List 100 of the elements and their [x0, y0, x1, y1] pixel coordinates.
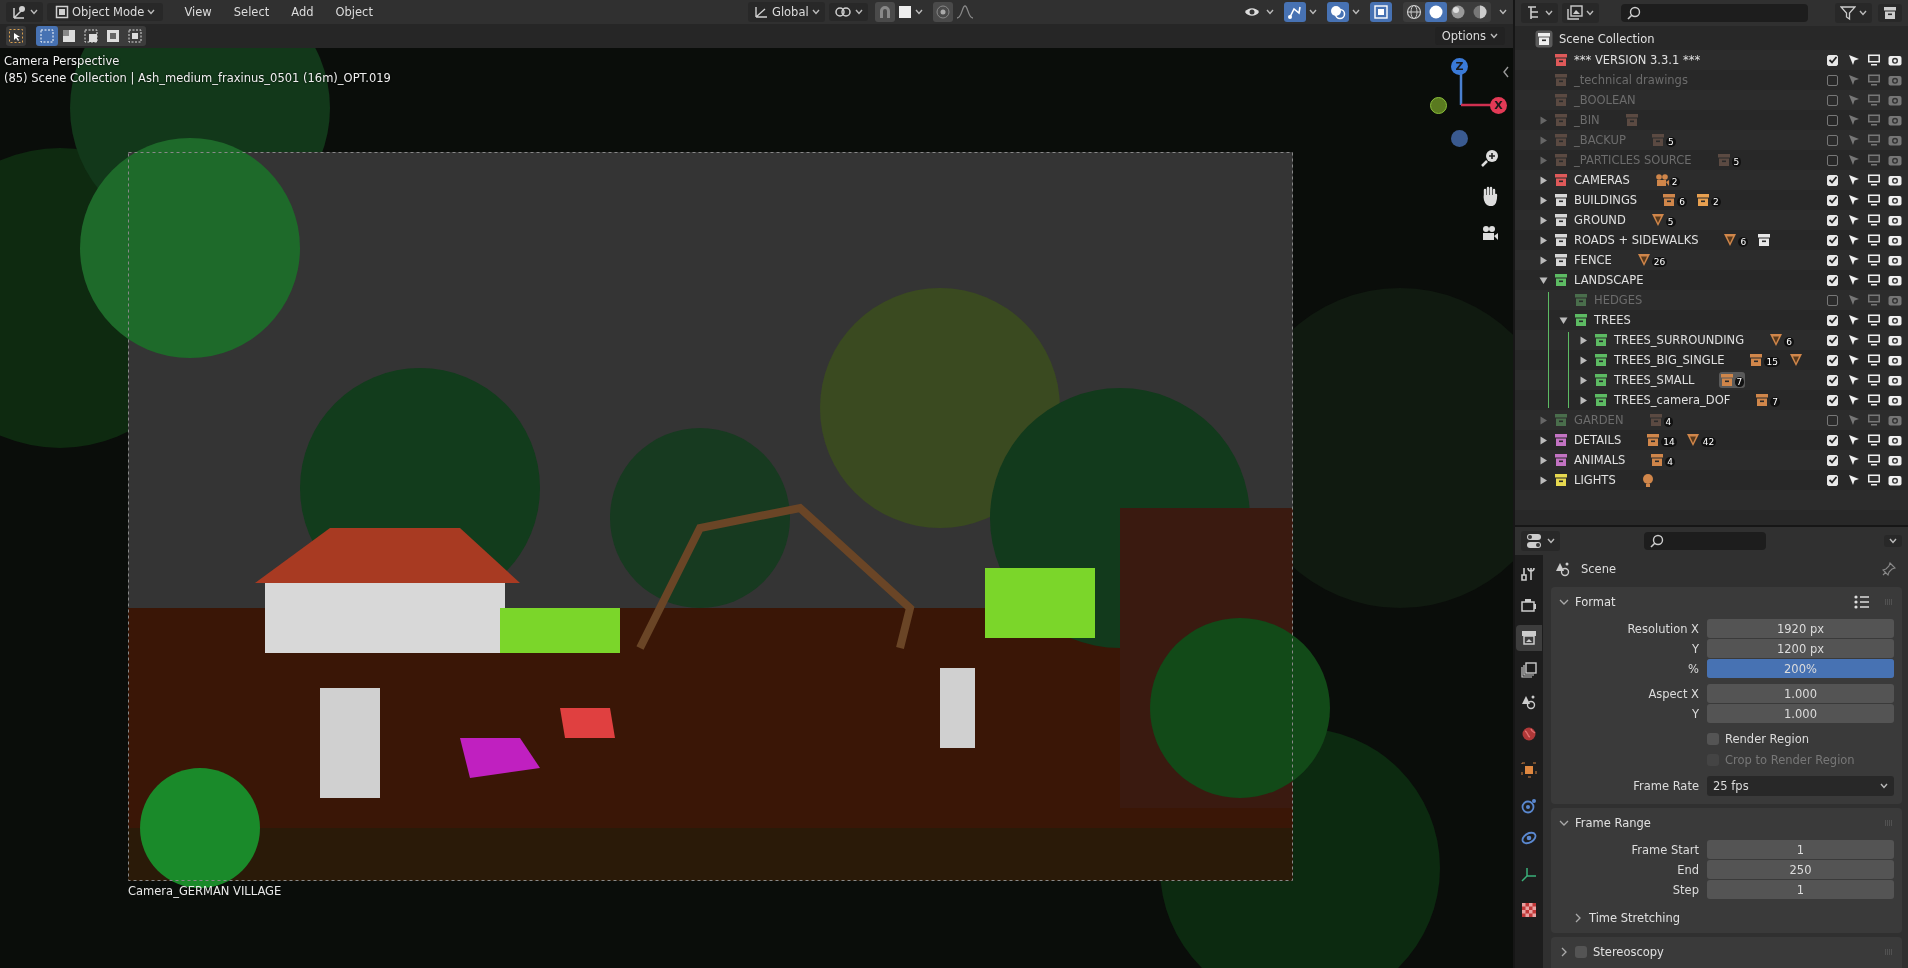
outliner-item[interactable]: TREES_camera_DOF 7 — [1515, 390, 1908, 410]
child-count-badge[interactable]: 5 — [1649, 132, 1677, 148]
checkbox[interactable] — [1827, 134, 1838, 146]
cursor-arrow-icon[interactable] — [1848, 54, 1860, 66]
number-field[interactable]: 1.000 — [1707, 684, 1894, 703]
cursor-arrow-icon[interactable] — [1848, 314, 1860, 326]
child-count-badge[interactable]: 6 — [1722, 232, 1750, 248]
collapsed-arrow-icon[interactable] — [1579, 355, 1588, 365]
photo-camera-icon[interactable] — [1888, 394, 1902, 406]
falloff-curve-icon[interactable] — [955, 5, 974, 19]
photo-camera-icon[interactable] — [1888, 174, 1902, 186]
outliner-item[interactable]: TREES_SURROUNDING 6 — [1515, 330, 1908, 350]
monitor-icon[interactable] — [1867, 274, 1881, 286]
photo-camera-icon[interactable] — [1888, 454, 1902, 466]
collapse-caret-icon[interactable] — [1502, 66, 1510, 78]
cursor-arrow-icon[interactable] — [1848, 274, 1860, 286]
filter-button[interactable] — [1835, 3, 1872, 23]
collapsed-arrow-icon[interactable] — [1579, 395, 1588, 405]
child-count-badge[interactable]: 15 — [1748, 352, 1781, 368]
checkbox[interactable] — [1575, 946, 1587, 958]
child-count-badge[interactable]: 2 — [1694, 192, 1722, 208]
monitor-icon[interactable] — [1867, 454, 1881, 466]
monitor-icon[interactable] — [1867, 434, 1881, 446]
menu-item[interactable]: Add — [282, 3, 323, 21]
magnet-icon[interactable] — [874, 2, 895, 22]
outliner-item[interactable]: CAMERAS 2 — [1515, 170, 1908, 190]
cursor-arrow-icon[interactable] — [1848, 474, 1860, 486]
child-count-badge[interactable]: 42 — [1684, 432, 1718, 448]
photo-camera-icon[interactable] — [1888, 54, 1902, 66]
cursor-arrow-icon[interactable] — [1848, 234, 1860, 246]
collapsed-arrow-icon[interactable] — [1539, 235, 1548, 245]
child-count-badge[interactable]: 7 — [1718, 372, 1746, 388]
outliner-item[interactable]: GROUND 5 — [1515, 210, 1908, 230]
collapsed-arrow-icon[interactable] — [1579, 375, 1588, 385]
editor-type-button[interactable] — [6, 2, 43, 22]
drag-handle-icon[interactable] — [1884, 820, 1894, 826]
monitor-icon[interactable] — [1867, 194, 1881, 206]
checkbox[interactable] — [1827, 414, 1838, 426]
monitor-icon[interactable] — [1867, 374, 1881, 386]
photo-camera-icon[interactable] — [1888, 434, 1902, 446]
cursor-arrow-icon[interactable] — [1848, 434, 1860, 446]
photo-camera-icon[interactable] — [1888, 274, 1902, 286]
select-tool-button[interactable] — [6, 26, 26, 46]
cursor-arrow-icon[interactable] — [1848, 374, 1860, 386]
expanded-caret-icon[interactable] — [1559, 818, 1569, 828]
collapsed-arrow-icon[interactable] — [1539, 475, 1548, 485]
photo-camera-icon[interactable] — [1888, 234, 1902, 246]
photo-camera-icon[interactable] — [1888, 474, 1902, 486]
monitor-icon[interactable] — [1867, 234, 1881, 246]
frame-rate-dropdown[interactable]: 25 fps — [1707, 776, 1894, 796]
number-field[interactable]: 1 — [1707, 840, 1894, 859]
monitor-icon[interactable] — [1867, 174, 1881, 186]
child-count-badge[interactable] — [1787, 352, 1804, 368]
cursor-arrow-icon[interactable] — [1848, 454, 1860, 466]
monitor-icon[interactable] — [1867, 474, 1881, 486]
cursor-arrow-icon[interactable] — [1848, 174, 1860, 186]
editor-type-button[interactable] — [1521, 531, 1560, 551]
number-field[interactable]: 250 — [1707, 860, 1894, 879]
collapsed-arrow-icon[interactable] — [1579, 335, 1588, 345]
orientation-dropdown[interactable]: Global — [747, 2, 825, 22]
panel-title[interactable]: Format — [1575, 595, 1616, 609]
drag-handle-icon[interactable] — [1884, 599, 1894, 605]
outliner-item[interactable]: _PARTICLES SOURCE 5 — [1515, 150, 1908, 170]
outliner-item[interactable]: BUILDINGS 6 2 — [1515, 190, 1908, 210]
panel-title[interactable]: Stereoscopy — [1593, 945, 1664, 959]
toggle-button[interactable] — [1370, 2, 1392, 22]
outliner-item[interactable]: DETAILS 14 42 — [1515, 430, 1908, 450]
mode-dropdown[interactable]: Object Mode — [47, 3, 164, 21]
outliner-item[interactable]: ANIMALS 4 — [1515, 450, 1908, 470]
outliner-item[interactable]: _BACKUP 5 — [1515, 130, 1908, 150]
child-count-badge[interactable]: 4 — [1647, 412, 1675, 428]
outliner-item[interactable]: TREES — [1515, 310, 1908, 330]
pivot-dropdown[interactable] — [828, 3, 868, 21]
number-field[interactable]: 1920 px — [1707, 619, 1894, 638]
display-mode-button[interactable] — [1562, 3, 1599, 23]
square-icon[interactable] — [897, 5, 912, 19]
outliner-item[interactable]: GARDEN 4 — [1515, 410, 1908, 430]
collapsed-arrow-icon[interactable] — [1539, 215, 1548, 225]
number-field[interactable]: 1 — [1707, 880, 1894, 899]
search-field[interactable] — [1621, 4, 1808, 22]
number-field[interactable]: 1.000 — [1707, 704, 1894, 723]
child-count-badge[interactable]: 4 — [1649, 452, 1677, 468]
collapsed-caret-icon[interactable] — [1559, 947, 1569, 957]
menu-item[interactable]: View — [175, 3, 221, 21]
monitor-icon[interactable] — [1867, 254, 1881, 266]
pin-icon[interactable] — [1882, 562, 1896, 576]
monitor-icon[interactable] — [1867, 214, 1881, 226]
outliner-item[interactable]: TREES_SMALL 7 — [1515, 370, 1908, 390]
collapsed-caret-icon[interactable] — [1573, 913, 1583, 923]
checkbox[interactable] — [1827, 154, 1838, 166]
menu-item[interactable]: Object — [326, 3, 382, 21]
collapsed-arrow-icon[interactable] — [1539, 455, 1548, 465]
child-count-badge[interactable]: 6 — [1768, 332, 1795, 348]
cursor-arrow-icon[interactable] — [1848, 354, 1860, 366]
child-count-badge[interactable]: 14 — [1645, 432, 1678, 448]
collapsed-arrow-icon[interactable] — [1539, 175, 1548, 185]
child-count-badge[interactable] — [1756, 232, 1773, 248]
subpanel-title[interactable]: Time Stretching — [1589, 911, 1681, 925]
shading-mode-button[interactable] — [1425, 2, 1447, 22]
monitor-icon[interactable] — [1867, 314, 1881, 326]
